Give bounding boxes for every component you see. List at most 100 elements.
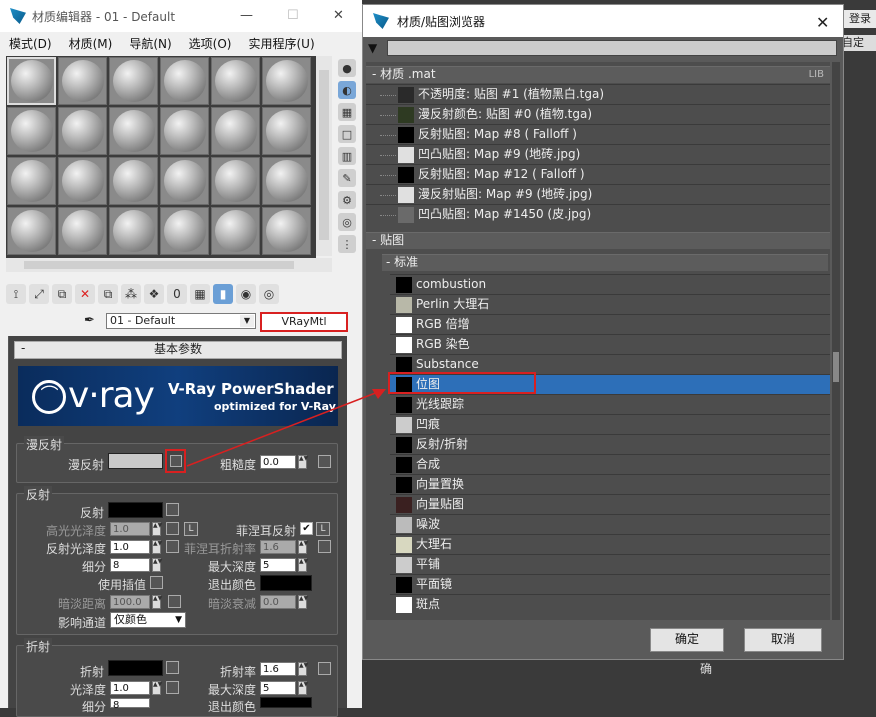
sample-slot[interactable] — [109, 57, 158, 105]
menu-mode[interactable]: 模式(D) — [0, 32, 60, 54]
fresnel-ior-input[interactable]: 1.6 — [260, 540, 296, 554]
map-list-item[interactable]: Substance — [390, 354, 830, 375]
backlight-icon[interactable]: ◐ — [338, 81, 356, 99]
close-icon[interactable]: ✕ — [816, 13, 829, 32]
refr-max-depth-spinner[interactable]: ▲▼ — [298, 681, 308, 695]
standard-section-header[interactable]: - 标准 — [382, 254, 828, 271]
dim-falloff-input[interactable]: 0.0 — [260, 595, 296, 609]
refr-max-depth-input[interactable]: 5 — [260, 681, 296, 695]
hilight-gloss-input[interactable]: 1.0 — [110, 522, 150, 536]
refr-subdivs-input[interactable]: 8 — [110, 698, 150, 711]
pick-material-eyedropper-icon[interactable]: ✒ — [84, 313, 100, 329]
background-checker-icon[interactable]: ▦ — [338, 103, 356, 121]
material-list-item[interactable]: 凹凸贴图: Map #1450 (皮.jpg) — [366, 204, 830, 225]
refl-gloss-map-button[interactable] — [166, 540, 179, 553]
hilight-lock-button[interactable]: L — [184, 522, 198, 536]
sample-slot[interactable] — [109, 207, 158, 255]
sample-slot[interactable] — [58, 107, 107, 155]
sample-slot[interactable] — [211, 157, 260, 205]
map-list-item[interactable]: Perlin 大理石 — [390, 294, 830, 315]
put-to-library-icon[interactable]: ❖ — [144, 284, 164, 304]
map-list-item[interactable]: 向量置换 — [390, 474, 830, 495]
refl-exit-color-swatch[interactable] — [260, 575, 312, 591]
sample-slot[interactable] — [109, 107, 158, 155]
dim-dist-checkbox[interactable] — [168, 595, 181, 608]
roughness-map-button[interactable] — [318, 455, 331, 468]
sample-slot[interactable] — [262, 57, 311, 105]
material-type-button[interactable]: VRayMtl — [260, 312, 348, 332]
map-list-item-selected[interactable]: 位图 — [390, 374, 830, 395]
refract-map-button[interactable] — [166, 661, 179, 674]
material-list-item[interactable]: 反射贴图: Map #12 ( Falloff ) — [366, 164, 830, 185]
map-list-item[interactable]: 凹痕 — [390, 414, 830, 435]
map-list-item[interactable]: 光线跟踪 — [390, 394, 830, 415]
video-color-check-icon[interactable]: ▥ — [338, 147, 356, 165]
fresnel-lock-button[interactable]: L — [316, 522, 330, 536]
dim-falloff-spinner[interactable]: ▲▼ — [298, 595, 308, 609]
basic-params-rollout-header[interactable]: - 基本参数 — [14, 341, 342, 359]
sample-slot[interactable] — [211, 107, 260, 155]
sample-slot[interactable] — [7, 107, 56, 155]
sample-slot[interactable] — [160, 207, 209, 255]
refl-subdivs-input[interactable]: 8 — [110, 558, 150, 572]
maximize-icon[interactable]: ☐ — [287, 8, 299, 23]
sample-slot[interactable] — [211, 57, 260, 105]
slots-horizontal-scrollbar[interactable] — [6, 258, 332, 272]
refl-gloss-input[interactable]: 1.0 — [110, 540, 150, 554]
map-list-item[interactable]: 平面镜 — [390, 574, 830, 595]
get-material-icon[interactable]: ⟟ — [6, 284, 26, 304]
sample-slot[interactable] — [58, 57, 107, 105]
map-list-item[interactable]: 合成 — [390, 454, 830, 475]
roughness-spinner[interactable]: ▲▼ — [298, 455, 308, 469]
map-list-item[interactable]: 大理石 — [390, 534, 830, 555]
cancel-button[interactable]: 取消 — [744, 628, 822, 652]
sample-slot[interactable] — [160, 57, 209, 105]
ior-input[interactable]: 1.6 — [260, 662, 296, 676]
refr-gloss-input[interactable]: 1.0 — [110, 681, 150, 695]
diffuse-color-swatch[interactable] — [108, 453, 163, 469]
material-list-item[interactable]: 凹凸贴图: Map #9 (地砖.jpg) — [366, 144, 830, 165]
make-preview-icon[interactable]: ✎ — [338, 169, 356, 187]
roughness-input[interactable]: 0.0 — [260, 455, 296, 469]
refl-gloss-spinner[interactable]: ▲▼ — [152, 540, 162, 554]
refr-exit-color-swatch[interactable] — [260, 697, 312, 708]
menu-utilities[interactable]: 实用程序(U) — [239, 32, 322, 54]
affect-channels-select[interactable]: 仅颜色 ▼ — [110, 612, 186, 628]
material-list-item[interactable]: 漫反射颜色: 贴图 #0 (植物.tga) — [366, 104, 830, 125]
sample-slot[interactable] — [7, 207, 56, 255]
hilight-gloss-map-button[interactable] — [166, 522, 179, 535]
map-list-item[interactable]: 反射/折射 — [390, 434, 830, 455]
reset-map-icon[interactable]: ✕ — [75, 284, 95, 304]
refr-gloss-spinner[interactable]: ▲▼ — [152, 681, 162, 695]
menu-material[interactable]: 材质(M) — [60, 32, 121, 54]
fresnel-checkbox[interactable]: ✔ — [300, 522, 313, 535]
dim-dist-spinner[interactable]: ▲▼ — [152, 595, 162, 609]
slots-vertical-scrollbar[interactable] — [316, 56, 332, 256]
sample-slot[interactable] — [109, 157, 158, 205]
material-list-item[interactable]: 反射贴图: Map #8 ( Falloff ) — [366, 124, 830, 145]
ior-map-button[interactable] — [318, 662, 331, 675]
materials-section-header[interactable]: - 材质 .mat LIB — [366, 66, 830, 83]
refr-gloss-map-button[interactable] — [166, 681, 179, 694]
select-by-material-icon[interactable]: ◎ — [338, 213, 356, 231]
sample-slot[interactable] — [58, 207, 107, 255]
diffuse-map-button[interactable] — [165, 449, 186, 473]
sample-slot[interactable] — [7, 57, 56, 105]
fresnel-ior-map-button[interactable] — [318, 540, 331, 553]
map-list-item[interactable]: 斑点 — [390, 594, 830, 615]
dim-dist-input[interactable]: 100.0 — [110, 595, 150, 609]
search-by-name-input[interactable] — [387, 40, 837, 56]
sample-slot[interactable] — [58, 157, 107, 205]
close-icon[interactable]: ✕ — [333, 8, 344, 23]
sample-uv-tiling-icon[interactable]: □ — [338, 125, 356, 143]
refl-subdivs-spinner[interactable]: ▲▼ — [152, 558, 162, 572]
refl-max-depth-input[interactable]: 5 — [260, 558, 296, 572]
browser-scrollbar[interactable] — [832, 62, 840, 620]
use-interp-checkbox[interactable] — [150, 576, 163, 589]
refl-max-depth-spinner[interactable]: ▲▼ — [298, 558, 308, 572]
put-to-scene-icon[interactable]: ⤢ — [29, 284, 49, 304]
material-id-channel-icon[interactable]: 0 — [167, 284, 187, 304]
ok-button[interactable]: 确定 — [650, 628, 724, 652]
make-unique-icon[interactable]: ⁂ — [121, 284, 141, 304]
hilight-gloss-spinner[interactable]: ▲▼ — [152, 522, 162, 536]
